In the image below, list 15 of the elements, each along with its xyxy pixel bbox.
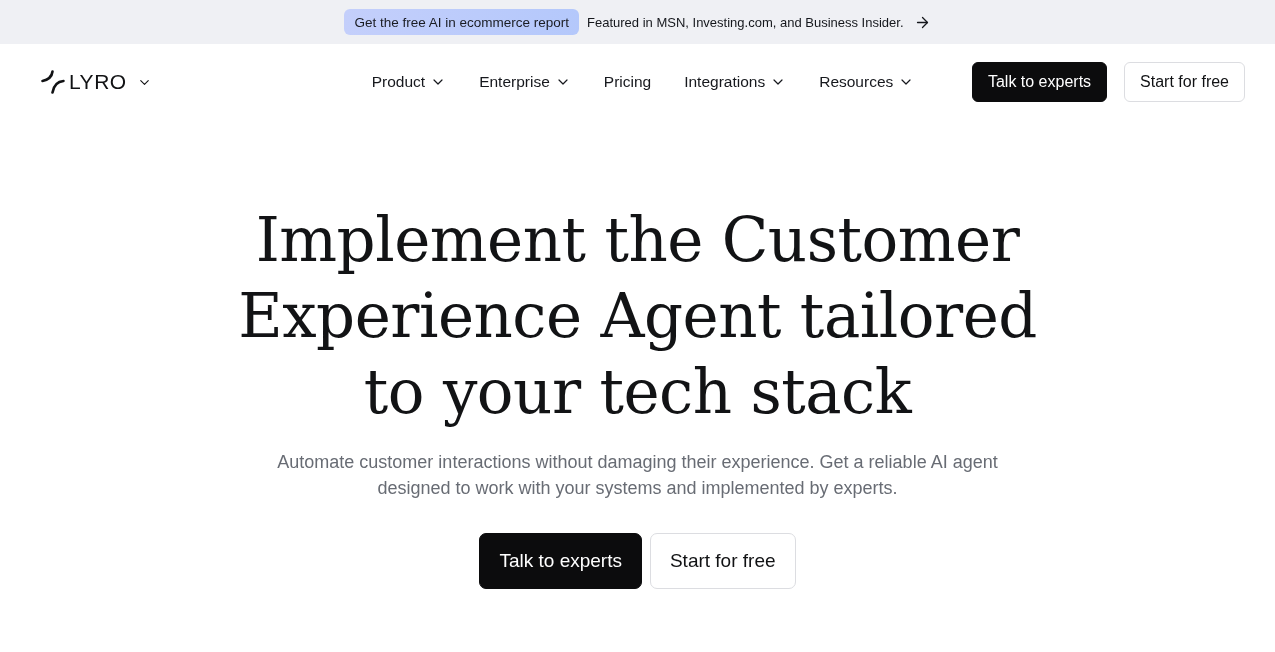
logo-icon xyxy=(41,70,65,94)
hero-heading: Implement the Customer Experience Agent tailored to your tech stack xyxy=(238,203,1037,429)
start-free-button[interactable]: Start for free xyxy=(1124,62,1245,102)
nav-link[interactable]: Pricing xyxy=(603,73,652,91)
nav-link[interactable]: Resources xyxy=(819,73,915,91)
nav-link[interactable]: Enterprise xyxy=(479,73,571,91)
logo-link[interactable]: LYRO xyxy=(41,70,152,94)
talk-to-experts-button[interactable]: Talk to experts xyxy=(479,533,642,589)
nav-link[interactable]: Integrations xyxy=(684,73,787,91)
hero-subtitle: Automate customer interactions without damaging their experience. Get a reliable AI agent designed to work with your systems and implemented by experts. xyxy=(276,451,999,500)
report-badge[interactable]: Get the free AI in ecommerce report xyxy=(344,9,580,35)
talk-to-experts-button[interactable]: Talk to experts xyxy=(971,62,1108,102)
nav-link[interactable]: Product xyxy=(371,73,447,91)
featured-link[interactable]: Featured in MSN, Investing.com, and Business Insider. xyxy=(587,13,931,31)
start-free-button[interactable]: Start for free xyxy=(649,533,796,589)
